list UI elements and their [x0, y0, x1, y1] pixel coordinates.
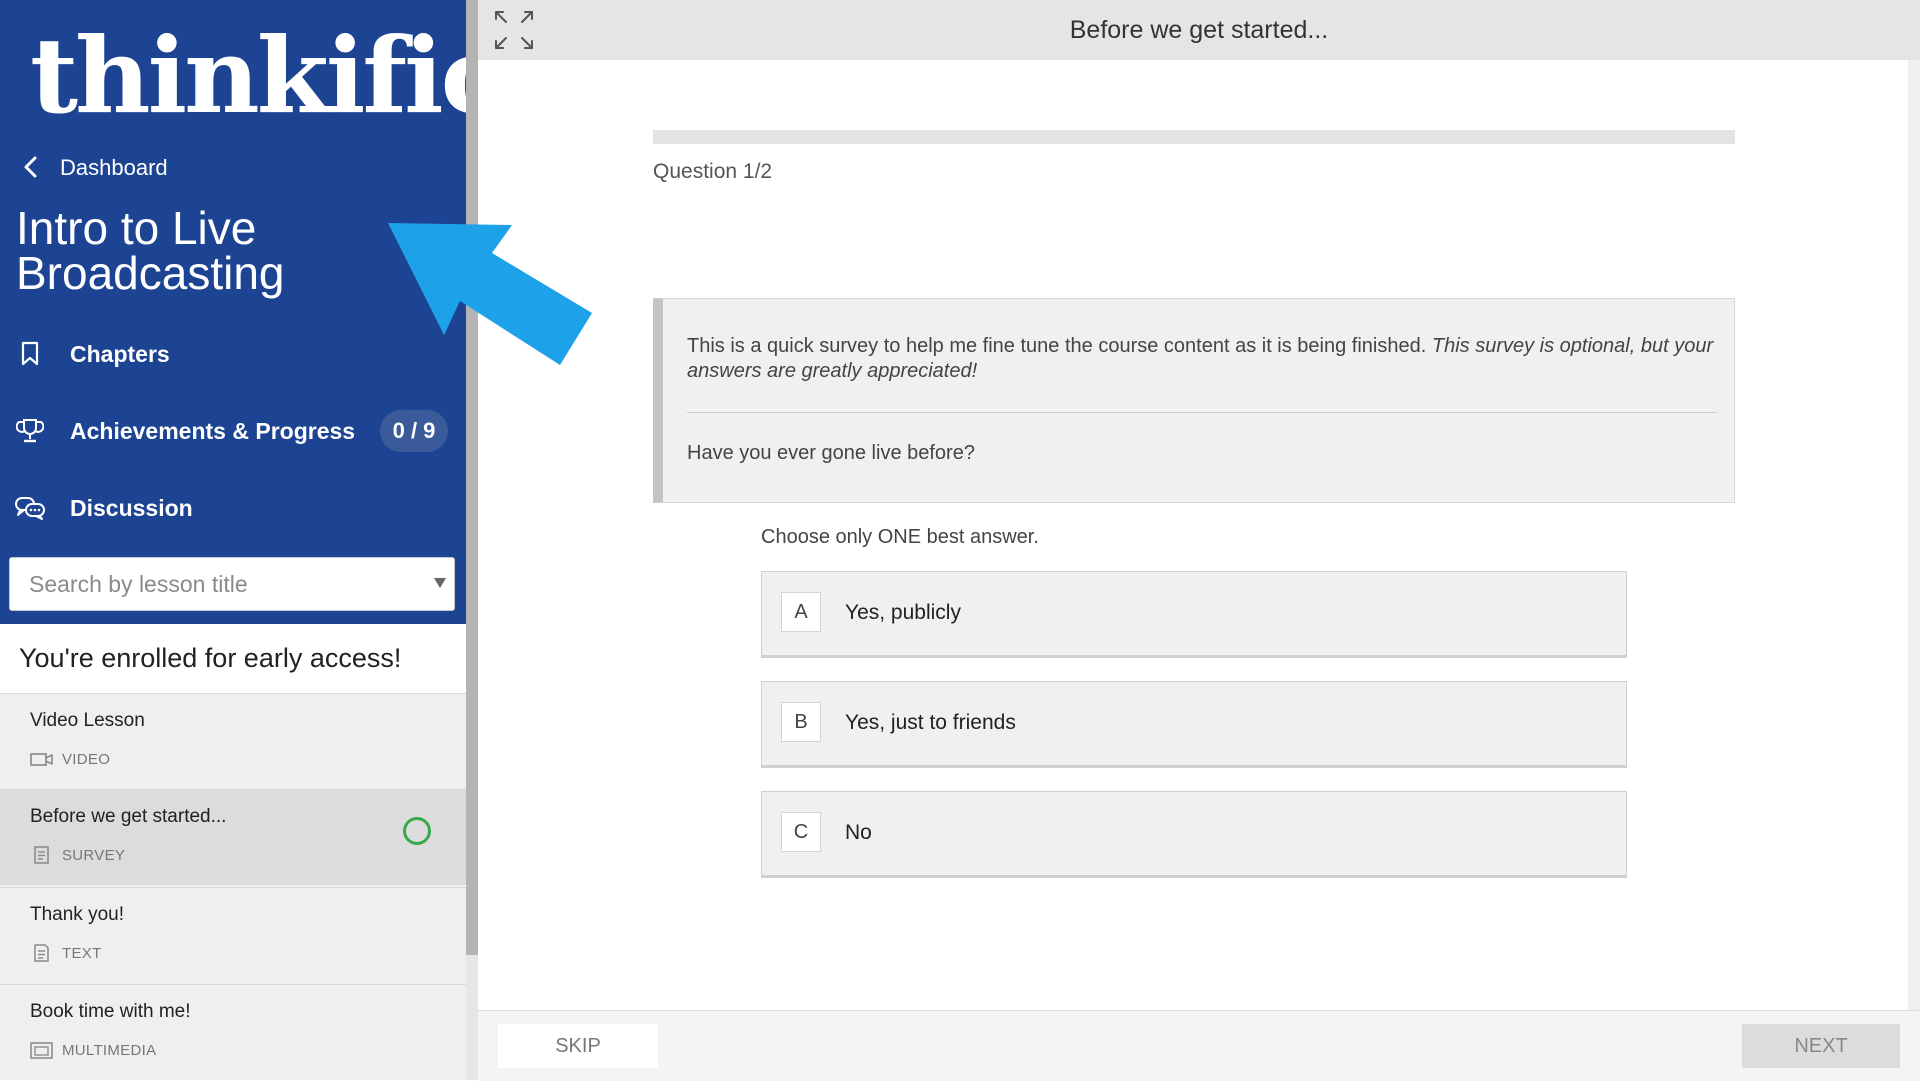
option-letter: A [781, 592, 821, 632]
chat-bubbles-icon [14, 492, 46, 524]
nav-discussion[interactable]: Discussion [14, 492, 193, 524]
lesson-item-book-time[interactable]: Book time with me! MULTIMEDIA [0, 984, 466, 1080]
lesson-footer: SKIP NEXT [478, 1010, 1920, 1081]
lesson-item-thank-you[interactable]: Thank you! TEXT [0, 887, 466, 983]
option-text: No [845, 821, 872, 844]
option-letter: B [781, 702, 821, 742]
answer-option-c[interactable]: C No [761, 791, 1627, 878]
lesson-search-input[interactable] [27, 569, 411, 599]
answer-option-a[interactable]: A Yes, publicly [761, 571, 1627, 658]
survey-icon [34, 846, 49, 864]
lesson-type-label: MULTIMEDIA [62, 1041, 157, 1059]
lesson-type: VIDEO [30, 750, 110, 768]
skip-button[interactable]: SKIP [498, 1024, 658, 1068]
lesson-type-label: VIDEO [62, 750, 111, 768]
answer-hint: Choose only ONE best answer. [761, 526, 1039, 548]
course-title: Intro to Live Broadcasting [16, 202, 285, 299]
page-title: Before we get started... [1069, 16, 1329, 44]
lesson-type: SURVEY [30, 846, 125, 864]
annotation-arrow-icon [388, 223, 592, 365]
progress-count-badge: 0 / 9 [380, 410, 448, 452]
enrolled-banner: You're enrolled for early access! [0, 624, 466, 693]
lesson-topbar: Before we get started... [478, 0, 1920, 60]
option-text: Yes, publicly [845, 601, 961, 624]
option-letter: C [781, 812, 821, 852]
answer-option-b[interactable]: B Yes, just to friends [761, 681, 1627, 768]
lesson-item-video-lesson[interactable]: Video Lesson VIDEO [0, 693, 466, 789]
lesson-search [9, 557, 455, 611]
nav-achievements-progress[interactable]: Achievements & Progress [14, 415, 355, 447]
dashboard-back-link[interactable]: Dashboard [22, 150, 168, 186]
lesson-status-circle-icon [403, 817, 431, 845]
lesson-content-area: Before we get started... Question 1/2 Th… [478, 0, 1920, 1081]
lesson-type-label: SURVEY [62, 846, 126, 864]
lesson-title: Thank you! [30, 904, 124, 925]
lesson-title: Video Lesson [30, 710, 145, 731]
survey-intro-text: This is a quick survey to help me fine t… [687, 335, 1427, 357]
lesson-title: Before we get started... [30, 806, 227, 827]
survey-intro: This is a quick survey to help me fine t… [687, 334, 1717, 384]
video-camera-icon [30, 753, 53, 766]
next-button[interactable]: NEXT [1742, 1024, 1900, 1068]
course-sidebar: thinkific Dashboard Intro to Live Broadc… [0, 0, 504, 1080]
lesson-title: Book time with me! [30, 1001, 191, 1022]
lesson-type: MULTIMEDIA [30, 1041, 156, 1059]
sidebar-scrollbar-thumb[interactable] [466, 0, 478, 955]
multimedia-icon [30, 1042, 53, 1059]
nav-chapters[interactable]: Chapters [14, 338, 170, 370]
expand-arrows-icon[interactable] [492, 8, 536, 52]
thinkific-logo[interactable]: thinkific [30, 14, 504, 139]
option-text: Yes, just to friends [845, 711, 1016, 734]
question-counter: Question 1/2 [653, 160, 773, 183]
question-text: Have you ever gone live before? [687, 442, 975, 464]
question-box: This is a quick survey to help me fine t… [653, 298, 1735, 503]
lesson-type: TEXT [30, 944, 102, 962]
question-progress-bar [653, 130, 1735, 144]
nav-discussion-label: Discussion [70, 494, 193, 521]
nav-achievements-label: Achievements & Progress [70, 417, 356, 444]
divider [687, 412, 1717, 413]
trophy-icon [14, 415, 46, 447]
bookmark-icon [14, 338, 46, 370]
lesson-type-label: TEXT [62, 944, 102, 962]
survey-panel: Question 1/2 This is a quick survey to h… [478, 60, 1908, 1010]
chevron-left-icon [24, 156, 37, 178]
dropdown-caret-icon[interactable] [434, 578, 446, 588]
nav-chapters-label: Chapters [70, 340, 170, 367]
text-document-icon [34, 944, 49, 962]
lesson-item-before-we-get-started[interactable]: Before we get started... SURVEY [0, 789, 466, 885]
dashboard-label: Dashboard [60, 155, 168, 180]
